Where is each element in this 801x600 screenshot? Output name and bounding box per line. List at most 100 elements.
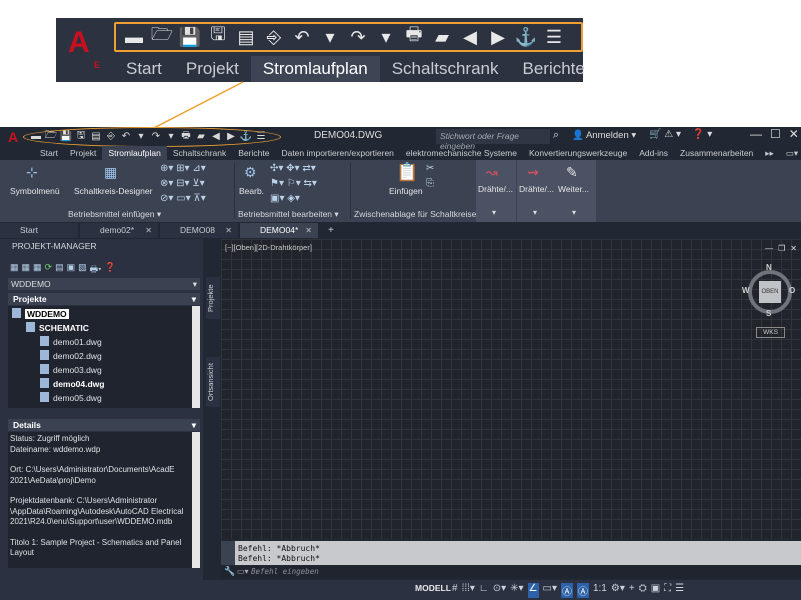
app-logo[interactable]: A xyxy=(8,129,18,145)
forward-icon[interactable]: ▶ xyxy=(486,27,510,47)
chevron-down-icon[interactable]: ▾ xyxy=(192,419,196,431)
compass-west[interactable]: W xyxy=(742,286,750,295)
copy-icon[interactable]: ⎘ xyxy=(426,178,434,189)
maximize-button[interactable]: ☐ xyxy=(770,127,781,141)
drawing-viewport[interactable]: [−][Oben][2D-Drahtkörper] — ❐ ✕ OBEN N S… xyxy=(221,239,801,539)
ribbon-tab[interactable]: Zusammenarbeiten xyxy=(674,146,759,160)
tree-item[interactable]: SCHEMATIC xyxy=(26,322,89,333)
restore-icon[interactable]: ❐ xyxy=(778,244,785,253)
edit-button[interactable]: Bearb. xyxy=(239,186,264,196)
new-project-icon[interactable]: ▦ xyxy=(22,262,31,278)
edit-tools-row1-icon[interactable]: ✣▾ ✥▾ ⇄▾ xyxy=(270,163,316,174)
compass-east[interactable]: O xyxy=(789,286,795,295)
ribbon-tab[interactable]: Daten importieren/exportieren xyxy=(275,146,399,160)
project-open-icon[interactable]: ▤ xyxy=(234,27,258,47)
clean-screen-icon[interactable]: ⛶ xyxy=(664,583,671,598)
open-icon[interactable]: 🗁 xyxy=(150,24,174,47)
ucs-dropdown[interactable]: WKS xyxy=(756,327,785,338)
folder-icon[interactable]: ▰ xyxy=(430,27,454,47)
gear-icon[interactable]: ⚙▾ xyxy=(611,583,625,598)
details-scrollbar[interactable] xyxy=(192,432,200,568)
tree-item[interactable]: demo01.dwg xyxy=(40,336,102,347)
ribbon-tab[interactable]: Konvertierungswerkzeuge xyxy=(523,146,633,160)
polar-icon[interactable]: ⊙▾ xyxy=(493,583,506,598)
close-button[interactable]: ✕ xyxy=(789,127,799,141)
cut-icon[interactable]: ✂ xyxy=(426,163,434,174)
auto-scale-icon[interactable]: Ⓐ xyxy=(576,583,589,598)
compass-south[interactable]: S xyxy=(766,309,771,318)
undo-dropdown-icon[interactable]: ▾ xyxy=(318,27,342,47)
symbol-menu-button[interactable]: Symbolmenü xyxy=(10,186,60,196)
viewcube-top[interactable]: OBEN xyxy=(759,281,781,303)
undo-icon[interactable]: ↶ xyxy=(290,27,314,47)
document-tab[interactable]: Start xyxy=(0,223,78,238)
edit-tools-row3-icon[interactable]: ▣▾ ◈▾ xyxy=(270,193,300,204)
redo-dropdown-icon[interactable]: ▾ xyxy=(374,27,398,47)
new-icon[interactable]: ▬ xyxy=(122,27,146,47)
lineweight-icon[interactable]: ▭▾ xyxy=(543,583,557,598)
wire-icon[interactable]: ⚓ xyxy=(514,27,538,47)
ribbon-tab[interactable]: ▸▸ xyxy=(759,146,780,160)
paste-button[interactable]: Einfügen xyxy=(389,186,423,196)
publish-icon[interactable]: 🖶▾ xyxy=(90,262,102,278)
grid-icon[interactable]: # xyxy=(452,583,458,598)
tree-item[interactable]: demo03.dwg xyxy=(40,364,102,375)
back-icon[interactable]: ◀ xyxy=(458,27,482,47)
help-icon[interactable]: ❓ xyxy=(104,262,115,278)
compass-north[interactable]: N xyxy=(766,263,772,272)
command-grip[interactable] xyxy=(221,541,235,565)
signin-button[interactable]: 👤 Anmelden ▾ xyxy=(572,130,636,141)
ribbon-tab[interactable]: Berichte xyxy=(232,146,275,160)
reports-icon[interactable]: ▧ xyxy=(78,262,87,278)
hardware-acceleration-icon[interactable]: ▣ xyxy=(651,583,660,598)
annotation-visibility-icon[interactable]: Ⓐ xyxy=(560,583,573,598)
command-input[interactable]: Befehl eingeben xyxy=(251,567,319,576)
update-icon[interactable]: ▣ xyxy=(67,262,76,278)
customize-dropdown-icon[interactable]: ☰ xyxy=(542,27,566,47)
search-input[interactable]: Stichwort oder Frage eingeben xyxy=(436,129,550,151)
cart-icon[interactable]: 🛒 ⚠ ▾ xyxy=(649,129,681,140)
search-icon[interactable]: ⌕ xyxy=(553,129,559,142)
ribbon-tab[interactable]: elektromechanische Systeme xyxy=(400,146,523,160)
chevron-down-icon[interactable]: ▾ xyxy=(192,293,196,305)
close-icon[interactable]: ✕ xyxy=(225,223,232,238)
minimize-button[interactable]: — xyxy=(750,127,762,141)
open-project-icon[interactable]: ▦ xyxy=(10,262,19,278)
wires-panel-1[interactable]: ↝ Drähte/... ▾ xyxy=(476,160,516,222)
properties-icon[interactable]: ▤ xyxy=(55,262,64,278)
customize-icon[interactable]: ☰ xyxy=(675,583,684,598)
tree-item[interactable]: demo05.dwg xyxy=(40,392,102,403)
close-icon[interactable]: ✕ xyxy=(790,244,797,253)
ribbon-tab[interactable]: Start xyxy=(34,146,64,160)
document-tab[interactable]: DEMO04* ✕ xyxy=(240,223,318,238)
ortho-icon[interactable]: ∟ xyxy=(479,583,489,598)
osnap-icon[interactable]: ✳▾ xyxy=(510,583,523,598)
plus-icon[interactable]: + xyxy=(629,583,635,598)
tree-item[interactable]: demo02.dwg xyxy=(40,350,102,361)
new-drawing-icon[interactable]: ▦ xyxy=(33,262,42,278)
tree-item[interactable]: WDDEMO xyxy=(12,308,69,319)
print-icon[interactable]: 🖶 xyxy=(402,24,426,47)
osnap-tracking-icon[interactable]: ∠ xyxy=(527,583,539,598)
viewport-controls-label[interactable]: [−][Oben][2D-Drahtkörper] xyxy=(225,243,312,252)
ribbon-tab[interactable]: Add-ins xyxy=(633,146,674,160)
add-tab-button[interactable]: + xyxy=(320,223,334,238)
command-line[interactable]: 🔧 ▭▾ Befehl eingeben xyxy=(221,566,801,578)
wires-panel-2[interactable]: ⇝ Drähte/... ▾ xyxy=(517,160,557,222)
insert-tools-row2-icon[interactable]: ⊗▾ ⊟▾ ⊻▾ xyxy=(160,178,205,189)
model-space-button[interactable]: MODELL xyxy=(415,583,451,593)
side-tab-location[interactable]: Ortsansicht xyxy=(206,357,220,407)
tree-scrollbar[interactable] xyxy=(192,306,200,408)
insert-tools-row3-icon[interactable]: ⊘▾ ▭▾ ⊼▾ xyxy=(160,193,206,204)
circuit-designer-button[interactable]: Schaltkreis-Designer xyxy=(74,186,152,196)
refresh-icon[interactable]: ⟳ xyxy=(45,262,53,278)
close-icon[interactable]: ✕ xyxy=(145,223,152,238)
save-icon[interactable]: 💾 xyxy=(178,27,202,47)
project-dropdown[interactable]: WDDEMO ▾ xyxy=(8,278,200,290)
ribbon-tab[interactable]: Projekt xyxy=(64,146,102,160)
tree-item[interactable]: demo04.dwg xyxy=(40,378,104,389)
document-tab[interactable]: DEMO08 ✕ xyxy=(160,223,238,238)
insert-tools-row1-icon[interactable]: ⊕▾ ⊞▾ ⊿▾ xyxy=(160,163,206,174)
redo-icon[interactable]: ↷ xyxy=(346,27,370,47)
isolate-icon[interactable]: ⛭ xyxy=(639,583,647,598)
